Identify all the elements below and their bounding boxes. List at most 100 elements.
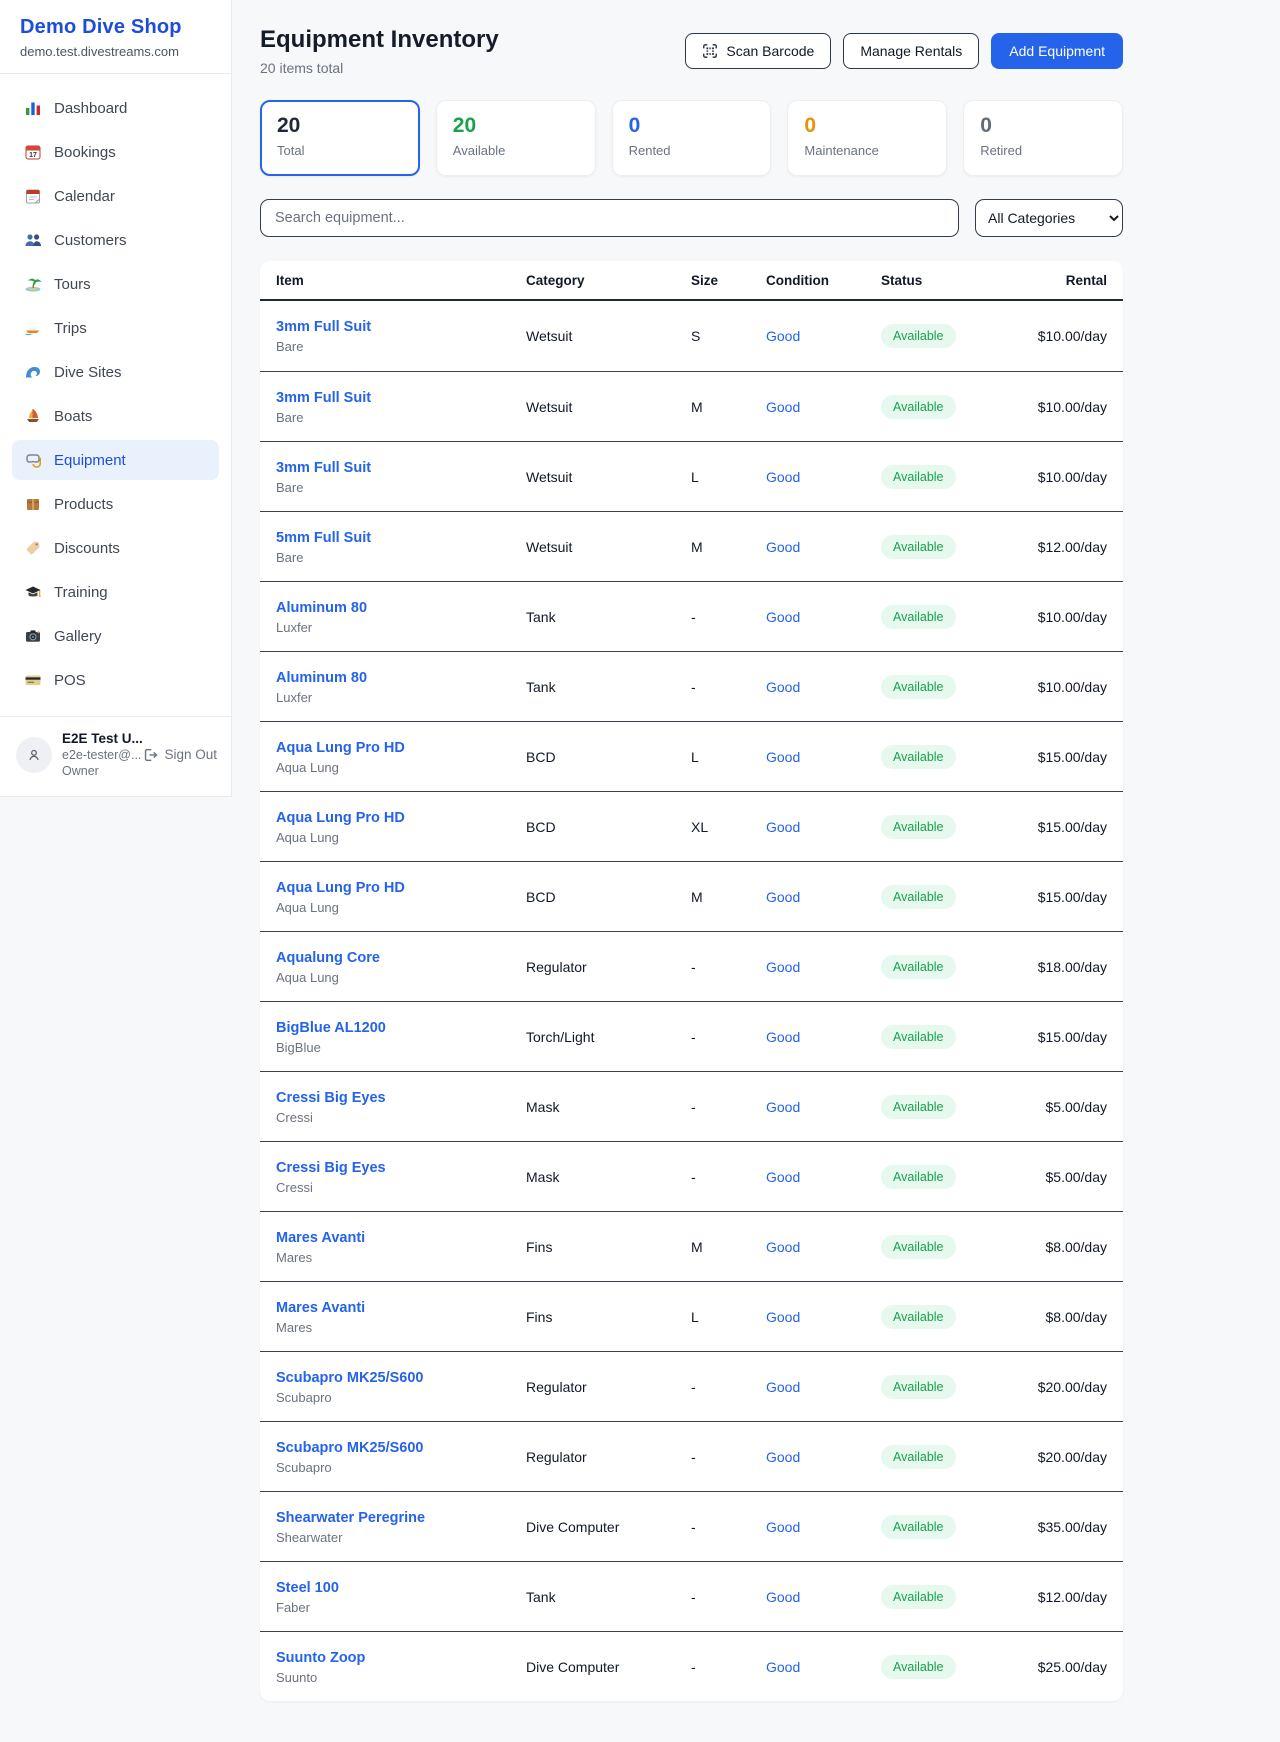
status-badge: Available bbox=[881, 815, 956, 839]
item-name-link[interactable]: Aqua Lung Pro HD bbox=[276, 880, 405, 896]
item-brand: Scubapro bbox=[276, 1460, 510, 1475]
status-badge: Available bbox=[881, 1095, 956, 1119]
item-rental: $20.00/day bbox=[1005, 1449, 1123, 1465]
item-condition-link[interactable]: Good bbox=[766, 1379, 800, 1395]
item-cell: BigBlue AL1200 BigBlue bbox=[260, 1019, 510, 1055]
user-role: Owner bbox=[62, 764, 132, 778]
sidebar-item-boats[interactable]: Boats bbox=[12, 396, 219, 436]
brand-title[interactable]: Demo Dive Shop bbox=[20, 16, 211, 39]
item-condition-link[interactable]: Good bbox=[766, 1519, 800, 1535]
sidebar-item-tours[interactable]: Tours bbox=[12, 264, 219, 304]
item-condition-link[interactable]: Good bbox=[766, 749, 800, 765]
item-cell: Cressi Big Eyes Cressi bbox=[260, 1159, 510, 1195]
sidebar-item-label: Training bbox=[54, 584, 108, 601]
sidebar-item-bookings[interactable]: 17 Bookings bbox=[12, 132, 219, 172]
item-condition-link[interactable]: Good bbox=[766, 1029, 800, 1045]
item-size: - bbox=[675, 1379, 750, 1395]
item-name-link[interactable]: Scubapro MK25/S600 bbox=[276, 1440, 423, 1456]
item-name-link[interactable]: 3mm Full Suit bbox=[276, 460, 371, 476]
sign-out-button[interactable]: Sign Out bbox=[142, 747, 217, 763]
status-badge: Available bbox=[881, 1375, 956, 1399]
item-condition-link[interactable]: Good bbox=[766, 1309, 800, 1325]
manage-rentals-button[interactable]: Manage Rentals bbox=[843, 33, 979, 69]
item-condition-link[interactable]: Good bbox=[766, 889, 800, 905]
sidebar-item-pos[interactable]: POS bbox=[12, 660, 219, 700]
item-name-link[interactable]: Cressi Big Eyes bbox=[276, 1090, 386, 1106]
item-name-link[interactable]: Steel 100 bbox=[276, 1580, 339, 1596]
item-name-link[interactable]: Aqua Lung Pro HD bbox=[276, 740, 405, 756]
item-condition-link[interactable]: Good bbox=[766, 1239, 800, 1255]
item-rental: $15.00/day bbox=[1005, 889, 1123, 905]
item-rental: $15.00/day bbox=[1005, 749, 1123, 765]
item-size: - bbox=[675, 1519, 750, 1535]
item-condition-link[interactable]: Good bbox=[766, 1659, 800, 1675]
item-condition-link[interactable]: Good bbox=[766, 539, 800, 555]
sidebar-item-training[interactable]: Training bbox=[12, 572, 219, 612]
stat-card-rented[interactable]: 0 Rented bbox=[612, 100, 772, 176]
item-condition-link[interactable]: Good bbox=[766, 1099, 800, 1115]
item-rental: $8.00/day bbox=[1005, 1239, 1123, 1255]
scan-barcode-button[interactable]: Scan Barcode bbox=[685, 33, 831, 69]
search-input[interactable] bbox=[260, 199, 959, 237]
stat-card-total[interactable]: 20 Total bbox=[260, 100, 420, 176]
item-name-link[interactable]: 5mm Full Suit bbox=[276, 530, 371, 546]
item-rental: $15.00/day bbox=[1005, 1029, 1123, 1045]
sidebar-item-dashboard[interactable]: Dashboard bbox=[12, 88, 219, 128]
table-row: BigBlue AL1200 BigBlue Torch/Light - Goo… bbox=[260, 1001, 1123, 1071]
item-condition-link[interactable]: Good bbox=[766, 679, 800, 695]
sidebar-item-gallery[interactable]: Gallery bbox=[12, 616, 219, 656]
item-name-link[interactable]: Shearwater Peregrine bbox=[276, 1510, 425, 1526]
item-name-link[interactable]: Mares Avanti bbox=[276, 1300, 365, 1316]
item-name-link[interactable]: Cressi Big Eyes bbox=[276, 1160, 386, 1176]
item-name-link[interactable]: Aqualung Core bbox=[276, 950, 380, 966]
item-name-link[interactable]: Mares Avanti bbox=[276, 1230, 365, 1246]
item-condition-link[interactable]: Good bbox=[766, 819, 800, 835]
sidebar-item-calendar[interactable]: Calendar bbox=[12, 176, 219, 216]
sidebar-item-equipment[interactable]: Equipment bbox=[12, 440, 219, 480]
category-select[interactable]: All Categories bbox=[975, 199, 1123, 237]
add-equipment-button[interactable]: Add Equipment bbox=[991, 33, 1123, 69]
item-name-link[interactable]: 3mm Full Suit bbox=[276, 319, 371, 335]
sidebar-item-label: Gallery bbox=[54, 628, 102, 645]
item-category: Fins bbox=[510, 1239, 675, 1255]
item-name-link[interactable]: BigBlue AL1200 bbox=[276, 1020, 386, 1036]
sidebar-item-discounts[interactable]: Discounts bbox=[12, 528, 219, 568]
item-name-link[interactable]: Aqua Lung Pro HD bbox=[276, 810, 405, 826]
status-badge: Available bbox=[881, 605, 956, 629]
item-brand: Cressi bbox=[276, 1180, 510, 1195]
stat-card-available[interactable]: 20 Available bbox=[436, 100, 596, 176]
item-status-cell: Available bbox=[865, 1375, 1005, 1399]
item-status-cell: Available bbox=[865, 1515, 1005, 1539]
stat-label: Retired bbox=[980, 143, 1106, 158]
item-condition-link[interactable]: Good bbox=[766, 469, 800, 485]
stat-card-retired[interactable]: 0 Retired bbox=[963, 100, 1123, 176]
stat-card-maintenance[interactable]: 0 Maintenance bbox=[787, 100, 947, 176]
item-rental: $10.00/day bbox=[1005, 679, 1123, 695]
item-condition-link[interactable]: Good bbox=[766, 399, 800, 415]
item-name-link[interactable]: Aluminum 80 bbox=[276, 670, 367, 686]
sidebar-item-label: Discounts bbox=[54, 540, 120, 557]
table-row: Aqua Lung Pro HD Aqua Lung BCD M Good Av… bbox=[260, 861, 1123, 931]
item-condition-link[interactable]: Good bbox=[766, 1589, 800, 1605]
sidebar-item-label: Tours bbox=[54, 276, 91, 293]
sidebar-item-dive-sites[interactable]: Dive Sites bbox=[12, 352, 219, 392]
sidebar-item-trips[interactable]: Trips bbox=[12, 308, 219, 348]
table-row: Aqua Lung Pro HD Aqua Lung BCD L Good Av… bbox=[260, 721, 1123, 791]
item-name-link[interactable]: 3mm Full Suit bbox=[276, 390, 371, 406]
item-name-link[interactable]: Scubapro MK25/S600 bbox=[276, 1370, 423, 1386]
item-condition-link[interactable]: Good bbox=[766, 328, 800, 344]
discounts-icon bbox=[24, 539, 42, 557]
sidebar-item-products[interactable]: Products bbox=[12, 484, 219, 524]
item-condition-link[interactable]: Good bbox=[766, 609, 800, 625]
item-condition-link[interactable]: Good bbox=[766, 1449, 800, 1465]
item-name-link[interactable]: Suunto Zoop bbox=[276, 1650, 365, 1666]
item-rental: $25.00/day bbox=[1005, 1659, 1123, 1675]
item-brand: Luxfer bbox=[276, 690, 510, 705]
item-condition-link[interactable]: Good bbox=[766, 1169, 800, 1185]
item-brand: Scubapro bbox=[276, 1390, 510, 1405]
item-condition-link[interactable]: Good bbox=[766, 959, 800, 975]
item-rental: $10.00/day bbox=[1005, 399, 1123, 415]
item-brand: BigBlue bbox=[276, 1040, 510, 1055]
sidebar-item-customers[interactable]: Customers bbox=[12, 220, 219, 260]
item-name-link[interactable]: Aluminum 80 bbox=[276, 600, 367, 616]
